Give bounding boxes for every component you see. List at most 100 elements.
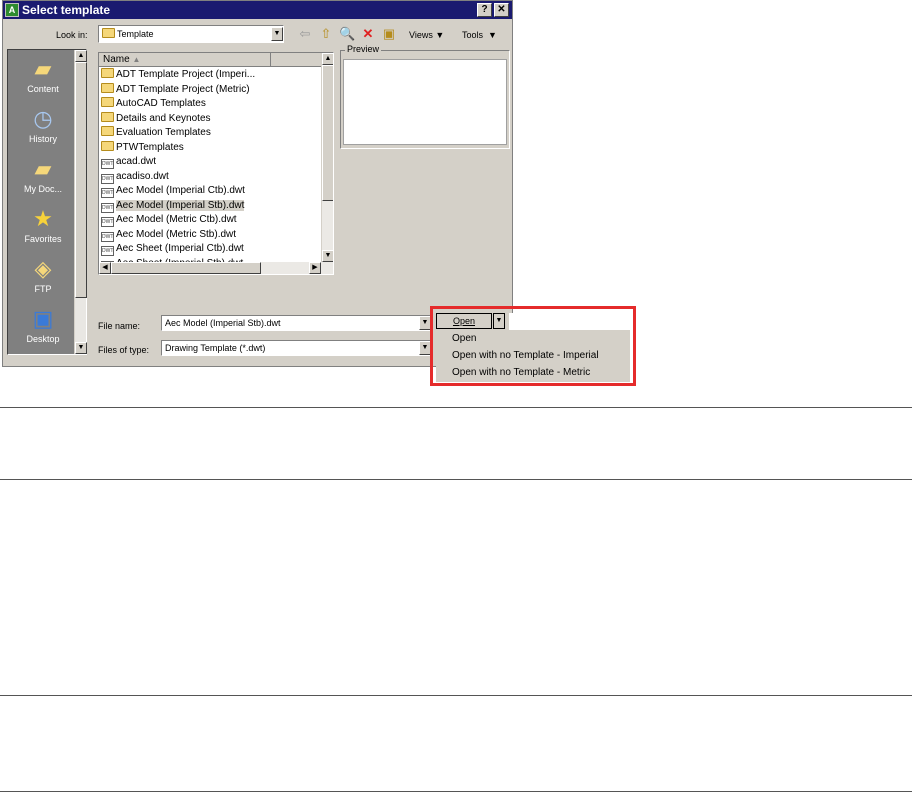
file-list-vscrollbar[interactable]: ▲ ▼: [321, 53, 333, 262]
divider: [0, 479, 912, 480]
file-name-text: ADT Template Project (Metric): [116, 83, 250, 95]
look-in-label: Look in:: [56, 30, 88, 40]
scroll-right-icon[interactable]: ▶: [309, 262, 321, 274]
scroll-down-icon[interactable]: ▼: [322, 250, 333, 262]
folder-icon: [101, 126, 114, 136]
hscroll-thumb[interactable]: [111, 262, 261, 274]
place-label: History: [28, 134, 57, 144]
file-list-item[interactable]: DWT Aec Sheet (Imperial Ctb).dwt: [101, 242, 273, 256]
place-label: Desktop: [26, 334, 60, 344]
folder-icon: ▰: [34, 56, 52, 81]
scroll-thumb[interactable]: [75, 62, 87, 298]
search-web-icon[interactable]: 🔍: [339, 26, 355, 42]
places-scrollbar[interactable]: ▲ ▼: [74, 50, 87, 354]
preview-pane: [343, 59, 507, 145]
file-name-text: AutoCAD Templates: [116, 98, 206, 109]
file-list-item[interactable]: DWT acad.dwt: [101, 155, 273, 169]
file-name-text: ADT Template Project (Imperi...: [116, 69, 256, 80]
scroll-up-icon[interactable]: ▲: [75, 50, 87, 62]
views-label: Views: [409, 30, 433, 40]
file-list-item[interactable]: DWT acadiso.dwt: [101, 170, 273, 184]
look-in-value: Template: [117, 29, 154, 39]
place-my-documents[interactable]: ▰ My Doc...: [8, 156, 78, 194]
name-header-label: Name: [103, 54, 130, 65]
divider: [0, 695, 912, 696]
desktop-icon: ▣: [32, 306, 54, 331]
scroll-left-icon[interactable]: ◀: [99, 262, 111, 274]
scroll-up-icon[interactable]: ▲: [322, 53, 333, 65]
dwt-file-icon: DWT: [101, 231, 114, 242]
scroll-down-icon[interactable]: ▼: [75, 342, 87, 354]
look-in-dropdown-arrow[interactable]: ▼: [271, 27, 283, 41]
look-in-combo[interactable]: Template: [98, 25, 284, 43]
dwt-file-icon: DWT: [101, 173, 114, 184]
file-list-item[interactable]: DWT Aec Model (Imperial Ctb).dwt: [101, 184, 273, 198]
dwt-file-icon: DWT: [101, 217, 114, 227]
divider: [0, 407, 912, 408]
app-icon: A: [5, 3, 19, 17]
dwt-file-icon: DWT: [101, 188, 114, 198]
file-list-item[interactable]: ADT Template Project (Imperi...: [101, 68, 273, 82]
place-history[interactable]: ◷ History: [8, 106, 78, 144]
file-list-item[interactable]: AutoCAD Templates: [101, 97, 273, 111]
folder-icon: [101, 82, 114, 93]
folder-icon: [101, 68, 114, 78]
folder-icon: [102, 28, 115, 38]
file-list-item[interactable]: ADT Template Project (Metric): [101, 82, 273, 97]
new-folder-icon[interactable]: ▣: [381, 26, 397, 42]
dwt-file-icon: DWT: [101, 159, 114, 169]
folder-icon: [101, 97, 114, 107]
file-name-text: PTWTemplates: [116, 141, 184, 153]
delete-icon[interactable]: ✕: [360, 26, 376, 42]
file-list-item[interactable]: DWT Aec Model (Imperial Stb).dwt: [101, 199, 273, 213]
tools-menu[interactable]: Tools ▼: [462, 30, 497, 40]
place-label: My Doc...: [23, 184, 62, 194]
file-name-text: Evaluation Templates: [116, 127, 211, 138]
file-name-text: Aec Sheet (Imperial Ctb).dwt: [116, 243, 244, 254]
tools-label: Tools: [462, 30, 484, 40]
dialog-title: Select template: [22, 3, 111, 17]
place-desktop[interactable]: ▣ Desktop: [8, 306, 78, 344]
ftp-icon: ◈: [34, 256, 52, 281]
sort-up-icon: ▲: [132, 55, 141, 64]
views-menu[interactable]: Views ▼: [409, 30, 444, 40]
file-list-item[interactable]: Evaluation Templates: [101, 126, 273, 140]
place-favorites[interactable]: ★ Favorites: [8, 206, 78, 244]
file-name-text: acad.dwt: [116, 156, 157, 167]
list-header: Name ▲: [99, 53, 321, 67]
file-name-label: File name:: [98, 321, 141, 331]
file-name-input[interactable]: Aec Model (Imperial Stb).dwt: [161, 315, 433, 331]
file-list-item[interactable]: DWT Aec Model (Metric Ctb).dwt: [101, 213, 273, 227]
scroll-thumb[interactable]: [322, 65, 333, 201]
file-name-text: Aec Model (Metric Stb).dwt: [116, 228, 237, 240]
places-bar: ▰ Content ◷ History ▰ My Doc... ★ Favori…: [7, 49, 87, 355]
back-arrow-icon[interactable]: ⇦: [297, 26, 313, 42]
up-folder-icon[interactable]: ⇧: [318, 26, 334, 42]
file-list: Name ▲ ADT Template Project (Imperi... AD…: [98, 52, 334, 275]
file-name-text: Aec Model (Imperial Ctb).dwt: [116, 185, 245, 196]
place-ftp[interactable]: ◈ FTP: [8, 256, 78, 294]
place-label: FTP: [34, 284, 52, 294]
file-name-text: Details and Keynotes: [116, 112, 211, 124]
name-column-header[interactable]: Name ▲: [99, 53, 271, 67]
file-name-text: Aec Model (Metric Ctb).dwt: [116, 214, 237, 225]
red-highlight-box: [430, 306, 636, 386]
dwt-file-icon: DWT: [101, 202, 114, 213]
title-bar[interactable]: A Select template ? ✕: [3, 1, 512, 19]
file-list-item[interactable]: DWT Aec Model (Metric Stb).dwt: [101, 228, 273, 242]
folder-icon: [101, 111, 114, 122]
file-list-item[interactable]: PTWTemplates: [101, 140, 273, 155]
file-name-text: Aec Model (Imperial Stb).dwt: [116, 199, 245, 211]
close-button[interactable]: ✕: [494, 3, 509, 17]
file-type-select[interactable]: Drawing Template (*.dwt): [161, 340, 433, 356]
file-list-hscrollbar[interactable]: ◀ ▶: [99, 262, 333, 274]
preview-label: Preview: [345, 44, 382, 54]
place-label: Content: [27, 84, 59, 94]
folder-icon: [101, 140, 114, 151]
file-name-text: acadiso.dwt: [116, 170, 169, 182]
dwt-file-icon: DWT: [101, 246, 114, 256]
help-button[interactable]: ?: [477, 3, 492, 17]
file-type-label: Files of type:: [98, 345, 150, 355]
file-list-item[interactable]: Details and Keynotes: [101, 111, 273, 126]
place-content[interactable]: ▰ Content: [8, 56, 78, 94]
